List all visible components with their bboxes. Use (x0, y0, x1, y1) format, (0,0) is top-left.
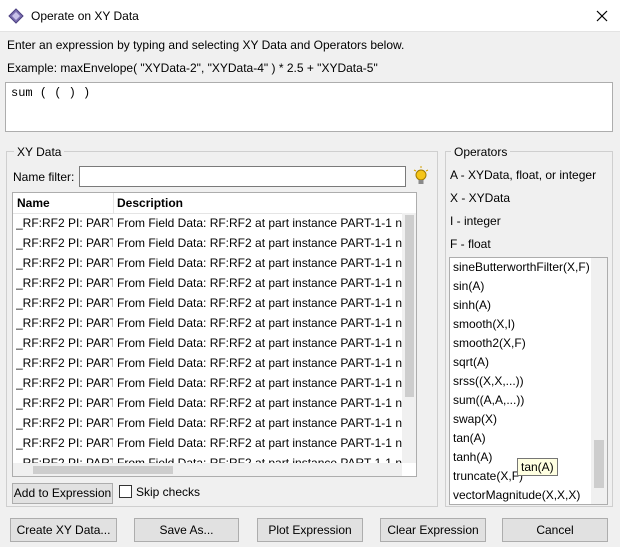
window-title: Operate on XY Data (31, 9, 139, 23)
operators-group-title: Operators (451, 145, 511, 159)
cell-name: _RF:RF2 PI: PART-1-1 N: 5 (16, 296, 113, 310)
operator-list-item[interactable]: sinh(A) (453, 298, 491, 312)
operator-list-item[interactable]: sum((A,A,...)) (453, 393, 524, 407)
table-row[interactable]: _RF:RF2 PI: PART-1-1 N: 2 From Field Data… (13, 233, 402, 253)
lightbulb-icon[interactable] (413, 166, 429, 186)
table-row[interactable]: _RF:RF2 PI: PART-1-1 N: 11 From Field Dat… (13, 413, 402, 433)
title-bar: Operate on XY Data (0, 0, 620, 32)
cell-description: From Field Data: RF:RF2 at part instance… (117, 316, 402, 330)
operator-list-item[interactable]: vectorMagnitude(X,X,X) (453, 488, 580, 502)
cell-name: _RF:RF2 PI: PART-1-1 N: 3 (16, 256, 113, 270)
cell-name: _RF:RF2 PI: PART-1-1 N: 10 (16, 396, 113, 410)
name-filter-input[interactable] (79, 166, 406, 187)
create-xy-data-label: Create XY Data... (16, 523, 111, 537)
cell-description: From Field Data: RF:RF2 at part instance… (117, 296, 402, 310)
cell-description: From Field Data: RF:RF2 at part instance… (117, 336, 402, 350)
table-vertical-scroll-thumb[interactable] (405, 215, 414, 397)
table-row[interactable]: _RF:RF2 PI: PART-1-1 N: 1 From Field Data… (13, 213, 402, 233)
cell-description: From Field Data: RF:RF2 at part instance… (117, 236, 402, 250)
column-header-name[interactable]: Name (17, 196, 50, 210)
cell-name: _RF:RF2 PI: PART-1-1 N: 2 (16, 236, 113, 250)
operator-list-item[interactable]: sineButterworthFilter(X,F) (453, 260, 590, 274)
plot-expression-label: Plot Expression (268, 523, 352, 537)
clear-expression-label: Clear Expression (387, 523, 479, 537)
table-row[interactable]: _RF:RF2 PI: PART-1-1 N: 8 From Field Data… (13, 353, 402, 373)
cancel-label: Cancel (536, 523, 574, 537)
cell-name: _RF:RF2 PI: PART-1-1 N: 12 (16, 436, 113, 450)
table-row[interactable]: _RF:RF2 PI: PART-1-1 N: 3 From Field Data… (13, 253, 402, 273)
cell-name: _RF:RF2 PI: PART-1-1 N: 4 (16, 276, 113, 290)
add-to-expression-label: Add to Expression (13, 486, 112, 500)
cell-description: From Field Data: RF:RF2 at part instance… (117, 276, 402, 290)
table-header: Name Description (13, 193, 416, 214)
cell-description: From Field Data: RF:RF2 at part instance… (117, 376, 402, 390)
cell-name: _RF:RF2 PI: PART-1-1 N: 1 (16, 216, 113, 230)
cell-description: From Field Data: RF:RF2 at part instance… (117, 356, 402, 370)
plot-expression-button[interactable]: Plot Expression (257, 518, 363, 542)
cell-description: From Field Data: RF:RF2 at part instance… (117, 396, 402, 410)
expression-textarea[interactable]: sum ( ( ) ) (5, 82, 613, 132)
legend-line: F - float (450, 237, 491, 251)
cell-description: From Field Data: RF:RF2 at part instance… (117, 216, 402, 230)
clear-expression-button[interactable]: Clear Expression (380, 518, 486, 542)
name-filter-label: Name filter: (13, 170, 75, 184)
operator-list-item[interactable]: tanh(A) (453, 450, 492, 464)
operator-list-item[interactable]: swap(X) (453, 412, 497, 426)
operator-list-item[interactable]: srss((X,X,...)) (453, 374, 524, 388)
legend-line: X - XYData (450, 191, 511, 205)
operator-list-item[interactable]: smooth(X,I) (453, 317, 515, 331)
table-row[interactable]: _RF:RF2 PI: PART-1-1 N: 4 From Field Data… (13, 273, 402, 293)
operators-scroll-thumb[interactable] (594, 440, 604, 488)
column-header-description[interactable]: Description (117, 196, 183, 210)
save-as-label: Save As... (159, 523, 214, 537)
close-button[interactable] (584, 0, 620, 31)
table-row[interactable]: _RF:RF2 PI: PART-1-1 N: 5 From Field Data… (13, 293, 402, 313)
expression-value: sum ( ( ) ) (11, 86, 91, 100)
skip-checks-label[interactable]: Skip checks (136, 485, 200, 499)
operator-list-item[interactable]: smooth2(X,F) (453, 336, 526, 350)
cell-name: _RF:RF2 PI: PART-1-1 N: 9 (16, 376, 113, 390)
table-row[interactable]: _RF:RF2 PI: PART-1-1 N: 7 From Field Data… (13, 333, 402, 353)
operator-list-item[interactable]: tan(A) (453, 431, 486, 445)
close-icon (596, 10, 608, 21)
instructions-example: Example: maxEnvelope( "XYData-2", "XYDat… (7, 61, 378, 75)
operator-list-item[interactable]: sin(A) (453, 279, 484, 293)
table-row[interactable]: _RF:RF2 PI: PART-1-1 N: 12 From Field Dat… (13, 433, 402, 453)
table-row[interactable]: _RF:RF2 PI: PART-1-1 N: 10 From Field Dat… (13, 393, 402, 413)
cell-description: From Field Data: RF:RF2 at part instance… (117, 256, 402, 270)
instructions-line-1: Enter an expression by typing and select… (7, 38, 405, 52)
operator-tooltip: tan(A) (517, 458, 558, 476)
cell-description: From Field Data: RF:RF2 at part instance… (117, 416, 402, 430)
add-to-expression-button[interactable]: Add to Expression (12, 483, 113, 504)
legend-line: A - XYData, float, or integer (450, 168, 597, 182)
cell-name: _RF:RF2 PI: PART-1-1 N: 8 (16, 356, 113, 370)
cancel-button[interactable]: Cancel (502, 518, 608, 542)
abaqus-cube-icon (8, 8, 24, 24)
legend-line: I - integer (450, 214, 501, 228)
save-as-button[interactable]: Save As... (134, 518, 239, 542)
operator-list-item[interactable]: truncate(X,F) (453, 469, 523, 483)
cell-description: From Field Data: RF:RF2 at part instance… (117, 436, 402, 450)
operator-list-item[interactable]: sqrt(A) (453, 355, 489, 369)
skip-checks-checkbox[interactable] (119, 485, 132, 498)
table-horizontal-scroll-thumb[interactable] (33, 466, 173, 474)
create-xy-data-button[interactable]: Create XY Data... (10, 518, 117, 542)
table-row[interactable]: _RF:RF2 PI: PART-1-1 N: 9 From Field Data… (13, 373, 402, 393)
table-row[interactable]: _RF:RF2 PI: PART-1-1 N: 6 From Field Data… (13, 313, 402, 333)
cell-name: _RF:RF2 PI: PART-1-1 N: 6 (16, 316, 113, 330)
xy-data-group-title: XY Data (14, 145, 65, 159)
xy-data-table[interactable]: Name Description _RF:RF2 PI: PART-1-1 N:… (12, 192, 417, 477)
cell-name: _RF:RF2 PI: PART-1-1 N: 7 (16, 336, 113, 350)
cell-name: _RF:RF2 PI: PART-1-1 N: 11 (16, 416, 113, 430)
